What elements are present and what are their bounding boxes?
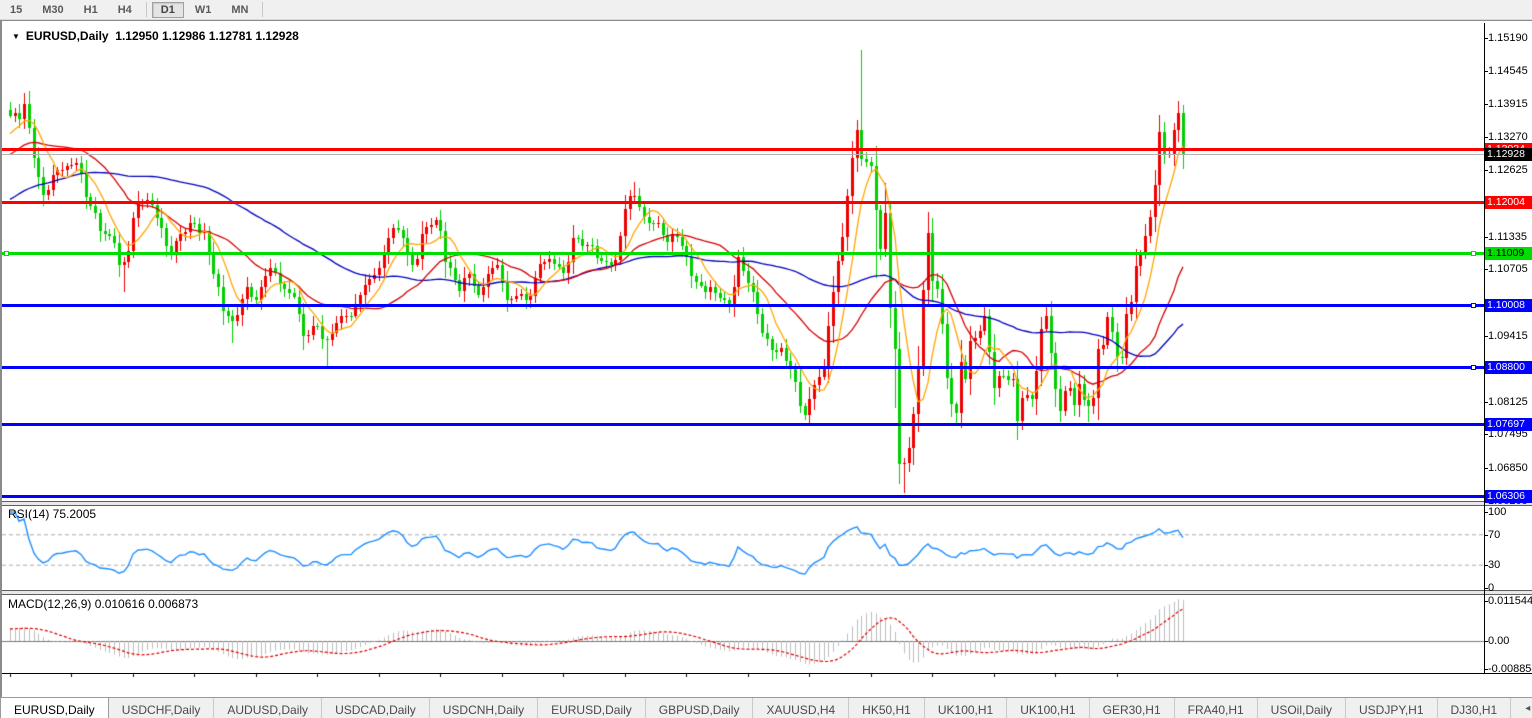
tab-scroll-left-icon[interactable]: ◂ [1525,703,1530,714]
chart-tab-USDCHF-Daily[interactable]: USDCHF,Daily [109,698,215,718]
chart-tab-UK100-H1[interactable]: UK100,H1 [1007,698,1089,718]
toolbar-separator [146,2,147,17]
chart-tab-FRA40-H1[interactable]: FRA40,H1 [1175,698,1258,718]
chart-tab-USOil-Daily[interactable]: USOil,Daily [1258,698,1346,718]
rsi-axis-label: 0 [1488,582,1494,594]
price-axis-border [1484,23,1485,673]
price-badge: 1.11009 [1485,247,1532,260]
line-endpoint-marker[interactable] [4,251,9,256]
rsi-axis-label: 70 [1488,529,1500,541]
horizontal-level-line-1.11009[interactable] [2,252,1484,255]
tab-scroll-arrows: ◂▸ [1511,698,1532,718]
horizontal-level-line-1.10008[interactable] [2,304,1484,307]
timeframe-toolbar: 15M30H1H4 D1W1MN [0,0,1532,20]
timeframe-button-15[interactable]: 15 [1,2,31,18]
chart-ohlc-values: 1.12950 1.12986 1.12781 1.12928 [115,29,299,43]
horizontal-level-line-1.06306[interactable] [2,495,1484,498]
rsi-axis-label: 30 [1488,559,1500,571]
macd-axis-label: 0.00 [1488,635,1509,647]
line-endpoint-marker[interactable] [1471,303,1476,308]
timeframe-button-D1[interactable]: D1 [152,2,184,18]
chart-tab-USDCNH-Daily[interactable]: USDCNH,Daily [430,698,538,718]
chart-tab-USDJPY-H1[interactable]: USDJPY,H1 [1346,698,1437,718]
horizontal-level-line-1.13034[interactable] [2,148,1484,151]
price-axis-label: 1.06850 [1488,462,1528,474]
macd-axis-label: -0.008858 [1488,663,1532,675]
current-price-badge: 1.12928 [1485,148,1532,161]
chart-title: ▼ EURUSD,Daily 1.12950 1.12986 1.12781 1.… [12,29,299,43]
price-axis-label: 1.09415 [1488,330,1528,342]
chart-window: ▼ EURUSD,Daily 1.12950 1.12986 1.12781 1.… [0,20,1532,697]
timeframe-button-W1[interactable]: W1 [186,2,221,18]
price-axis-label: 1.15190 [1488,32,1528,44]
chart-tab-GBPUSD-Daily[interactable]: GBPUSD,Daily [646,698,754,718]
toolbar-separator [262,2,263,17]
symbol-dropdown-icon[interactable]: ▼ [12,32,20,41]
current-price-line [2,154,1484,155]
chart-tab-EURUSD-Daily[interactable]: EURUSD,Daily [0,697,109,718]
rsi-axis-label: 100 [1488,506,1506,518]
chart-tab-UK100-H1[interactable]: UK100,H1 [925,698,1007,718]
price-badge: 1.07697 [1485,418,1532,431]
price-axis-label: 1.13270 [1488,131,1528,143]
horizontal-level-line-1.08800[interactable] [2,366,1484,369]
chart-tab-DJ30-H1[interactable]: DJ30,H1 [1438,698,1512,718]
panel-separator-rsi-macd[interactable] [2,590,1532,595]
rsi-indicator-label: RSI(14) 75.2005 [8,507,96,521]
chart-tab-XAUUSD-H4[interactable]: XAUUSD,H4 [753,698,849,718]
chart-tab-GER30-H1[interactable]: GER30,H1 [1090,698,1175,718]
chart-tab-bar: EURUSD,DailyUSDCHF,DailyAUDUSD,DailyUSDC… [0,697,1532,718]
price-axis-label: 1.10705 [1488,263,1528,275]
price-axis-label: 1.11335 [1488,231,1527,243]
date-axis-border [2,673,1532,674]
mt4-terminal: 15M30H1H4 D1W1MN ▼ EURUSD,Daily 1.12950 1.… [0,0,1532,718]
price-axis-label: 1.14545 [1488,65,1528,77]
price-badge: 1.10008 [1485,299,1532,312]
timeframe-button-MN[interactable]: MN [222,2,257,18]
chart-tab-AUDUSD-Daily[interactable]: AUDUSD,Daily [214,698,322,718]
price-badge: 1.06306 [1485,490,1532,503]
price-badge: 1.08800 [1485,361,1532,374]
timeframe-button-M30[interactable]: M30 [33,2,72,18]
chart-tab-EURUSD-Daily[interactable]: EURUSD,Daily [538,698,646,718]
timeframe-button-H1[interactable]: H1 [75,2,107,18]
price-axis-label: 1.08125 [1488,396,1528,408]
chart-tab-USDCAD-Daily[interactable]: USDCAD,Daily [322,698,430,718]
price-badge: 1.12004 [1485,196,1532,209]
horizontal-level-line-1.07697[interactable] [2,423,1484,426]
horizontal-level-line-1.12004[interactable] [2,201,1484,204]
macd-indicator-label: MACD(12,26,9) 0.010616 0.006873 [8,597,198,611]
chart-tab-HK50-H1[interactable]: HK50,H1 [849,698,925,718]
line-endpoint-marker[interactable] [1471,365,1476,370]
price-axis-label: 1.13915 [1488,98,1528,110]
macd-axis-label: 0.011544 [1488,595,1532,607]
price-axis-label: 1.12625 [1488,164,1528,176]
line-endpoint-marker[interactable] [1471,251,1476,256]
chart-symbol-period: EURUSD,Daily [26,29,109,43]
chart-canvas[interactable] [2,21,1532,698]
panel-separator-main-rsi[interactable] [2,501,1532,506]
timeframe-button-H4[interactable]: H4 [109,2,141,18]
